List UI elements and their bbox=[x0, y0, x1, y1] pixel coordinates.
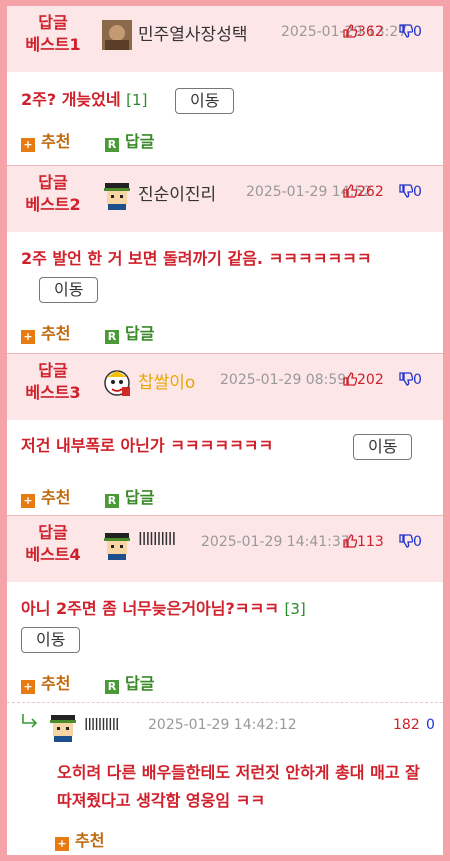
comment-actions: + 추천 R 답글 bbox=[7, 480, 443, 510]
comment-actions: + 추천 R 답글 bbox=[7, 666, 443, 696]
best-comment-1: 답글 베스트1 민주열사장성택 2025-01-29 13:27 362 0 2… bbox=[7, 6, 443, 166]
comment-body: 아니 2주면 좀 너무늦은거아님?ㅋㅋㅋ [3] 이동 bbox=[7, 582, 443, 654]
upvote-count[interactable]: 182 bbox=[393, 717, 420, 733]
reply-r-icon: R bbox=[105, 138, 119, 152]
reply-r-icon: R bbox=[105, 680, 119, 694]
user-nickname[interactable]: 진순이진리 bbox=[138, 180, 216, 205]
upvote-count: 113 bbox=[357, 534, 384, 550]
thumbs-up-icon bbox=[343, 534, 357, 548]
thumbs-down-icon bbox=[399, 372, 413, 386]
comment-text: 2주? 개늦었네 bbox=[21, 90, 121, 109]
upvote-count: 362 bbox=[357, 24, 384, 40]
comment-header: 답글 베스트3 찹쌀이o 2025-01-29 08:59: 202 0 bbox=[7, 354, 443, 420]
comment-body: 2주 발언 한 거 보면 돌려까기 같음. ㅋㅋㅋㅋㅋㅋㅋ 이동 bbox=[7, 232, 443, 304]
reply-button[interactable]: R 답글 bbox=[105, 670, 154, 694]
downvote-button[interactable]: 0 bbox=[399, 184, 422, 200]
comment-text: 오히려 다른 배우들한테도 저런짓 안하게 총대 매고 잘 따져줬다고 생각함 … bbox=[57, 763, 420, 810]
move-button[interactable]: 이동 bbox=[21, 626, 81, 653]
comment-body: 저건 내부폭로 아닌가 ㅋㅋㅋㅋㅋㅋㅋ 이동 bbox=[7, 420, 443, 460]
thumbs-up-icon bbox=[343, 24, 357, 38]
user-nickname[interactable]: 찹쌀이o bbox=[138, 368, 195, 393]
thumbs-down-icon bbox=[399, 24, 413, 38]
upvote-count: 202 bbox=[357, 372, 384, 388]
reply-count[interactable]: [1] bbox=[126, 91, 147, 109]
recommend-button[interactable]: + 추천 bbox=[21, 320, 70, 344]
avatar[interactable] bbox=[102, 20, 132, 50]
move-button[interactable]: 이동 bbox=[353, 434, 413, 460]
thumbs-up-icon bbox=[343, 184, 357, 198]
rank-label: 답글 베스트1 bbox=[25, 13, 81, 54]
upvote-button[interactable]: 202 bbox=[343, 372, 384, 388]
move-button[interactable]: 이동 bbox=[175, 87, 235, 114]
downvote-count: 0 bbox=[413, 372, 422, 388]
comment-body: 2주? 개늦었네 [1] 이동 bbox=[7, 72, 443, 114]
reply-button[interactable]: R 답글 bbox=[105, 128, 154, 152]
user-nickname[interactable]: llllllllll bbox=[84, 715, 119, 734]
best-comment-3: 답글 베스트3 찹쌀이o 2025-01-29 08:59: 202 0 저건 … bbox=[7, 354, 443, 516]
user-nickname[interactable]: 민주열사장성택 bbox=[138, 20, 247, 45]
rank-label: 답글 베스트4 bbox=[25, 523, 81, 564]
comment-header: 답글 베스트2 진순이진리 2025-01-29 14:52 262 0 bbox=[7, 166, 443, 232]
avatar[interactable] bbox=[102, 530, 132, 560]
thumbs-up-icon bbox=[343, 372, 357, 386]
recommend-button[interactable]: + 추천 bbox=[21, 484, 70, 508]
comment-date: 2025-01-29 14:41:37 bbox=[201, 534, 350, 550]
reply-button[interactable]: R 답글 bbox=[105, 484, 154, 508]
plus-square-icon: + bbox=[21, 330, 35, 344]
recommend-button[interactable]: + 추천 bbox=[21, 670, 70, 694]
downvote-count: 0 bbox=[413, 24, 422, 40]
comment-text: 저건 내부폭로 아닌가 ㅋㅋㅋㅋㅋㅋㅋ bbox=[21, 436, 274, 455]
plus-square-icon: + bbox=[55, 837, 69, 851]
downvote-button[interactable]: 0 bbox=[399, 534, 422, 550]
user-nickname[interactable]: llllllllll bbox=[138, 530, 176, 550]
comment-text: 아니 2주면 좀 너무늦은거아님?ㅋㅋㅋ bbox=[21, 599, 279, 618]
comment-header: 답글 베스트1 민주열사장성택 2025-01-29 13:27 362 0 bbox=[7, 6, 443, 72]
downvote-button[interactable]: 0 bbox=[399, 372, 422, 388]
best-comment-2: 답글 베스트2 진순이진리 2025-01-29 14:52 262 0 2주 … bbox=[7, 166, 443, 354]
reply-count[interactable]: [3] bbox=[285, 600, 306, 618]
comment-date: 2025-01-29 08:59: bbox=[220, 372, 351, 388]
downvote-count[interactable]: 0 bbox=[426, 717, 435, 733]
move-button[interactable]: 이동 bbox=[39, 276, 99, 303]
rank-label: 답글 베스트2 bbox=[25, 173, 81, 214]
reply-r-icon: R bbox=[105, 330, 119, 344]
avatar[interactable] bbox=[102, 368, 132, 398]
comment-header: 답글 베스트4 llllllllll 2025-01-29 14:41:37 1… bbox=[7, 516, 443, 582]
comment-panel: 답글 베스트1 민주열사장성택 2025-01-29 13:27 362 0 2… bbox=[7, 6, 443, 855]
reply-comment: llllllllll 2025-01-29 14:42:12 182 0 오히려… bbox=[7, 702, 443, 855]
avatar[interactable] bbox=[48, 712, 78, 742]
upvote-button[interactable]: 362 bbox=[343, 24, 384, 40]
recommend-button[interactable]: + 추천 bbox=[55, 827, 104, 851]
reply-button[interactable]: R 답글 bbox=[105, 320, 154, 344]
comment-date: 2025-01-29 14:42:12 bbox=[148, 717, 297, 733]
rank-label: 답글 베스트3 bbox=[25, 361, 81, 402]
comment-actions: + 추천 R 답글 bbox=[7, 124, 443, 154]
reply-arrow-icon bbox=[22, 714, 38, 728]
downvote-count: 0 bbox=[413, 534, 422, 550]
best-comment-4: 답글 베스트4 llllllllll 2025-01-29 14:41:37 1… bbox=[7, 516, 443, 702]
downvote-button[interactable]: 0 bbox=[399, 24, 422, 40]
reply-r-icon: R bbox=[105, 494, 119, 508]
upvote-button[interactable]: 113 bbox=[343, 534, 384, 550]
downvote-count: 0 bbox=[413, 184, 422, 200]
thumbs-down-icon bbox=[399, 184, 413, 198]
comment-text: 2주 발언 한 거 보면 돌려까기 같음. ㅋㅋㅋㅋㅋㅋㅋ bbox=[21, 249, 372, 268]
upvote-count: 262 bbox=[357, 184, 384, 200]
plus-square-icon: + bbox=[21, 680, 35, 694]
avatar[interactable] bbox=[102, 180, 132, 210]
upvote-button[interactable]: 262 bbox=[343, 184, 384, 200]
thumbs-down-icon bbox=[399, 534, 413, 548]
plus-square-icon: + bbox=[21, 494, 35, 508]
comment-actions: + 추천 R 답글 bbox=[7, 316, 443, 346]
plus-square-icon: + bbox=[21, 138, 35, 152]
recommend-button[interactable]: + 추천 bbox=[21, 128, 70, 152]
